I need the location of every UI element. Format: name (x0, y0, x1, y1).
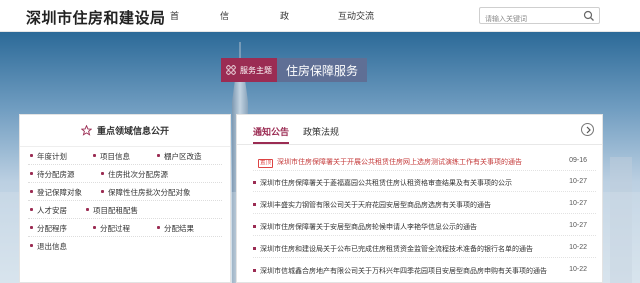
link-allocation-process[interactable]: 分配过程 (93, 223, 130, 234)
focus-row: 退出信息 (20, 237, 230, 255)
news-item[interactable]: 深圳丰盛实力钢管有限公司关于天府花园安居型商品房选房有关事项的通告 10-27 (253, 196, 596, 214)
pinned-badge: 置顶 (258, 159, 274, 168)
link-allocation-result[interactable]: 分配结果 (157, 223, 194, 234)
link-shantytown-renovation[interactable]: 棚户区改造 (157, 151, 202, 162)
focus-panel-header: 重点领域信息公开 (20, 115, 230, 147)
row-divider (253, 235, 596, 236)
news-item[interactable]: 深圳市住房和建设局关于公布已完成住房租赁资金监管全流程技术准备的银行名单的通告 … (253, 240, 596, 258)
nav-interaction[interactable]: 互动交流 (338, 0, 398, 32)
more-button[interactable] (581, 123, 594, 136)
star-icon (80, 125, 92, 136)
tab-policies[interactable]: 政策法规 (303, 125, 339, 138)
news-date: 10-27 (569, 178, 587, 185)
news-item[interactable]: 深圳市住房保障署关于安居型商品房轮候申请人李艳华信息公示的通告 10-27 (253, 218, 596, 236)
news-date: 10-22 (569, 266, 587, 273)
site-logo[interactable]: 深圳市住房和建设局 (26, 7, 166, 28)
focus-row: 分配程序 分配过程 分配结果 (20, 219, 230, 237)
service-theme-tag-label: 服务主题 (240, 65, 272, 75)
focus-row: 登记保障对象 保障性住房批次分配对象 (20, 183, 230, 201)
focus-disclosure-panel: 重点领域信息公开 年度计划 项目信息 棚户区改造 待分配房源 住房批次分配房源 … (19, 114, 231, 283)
grid-icon (226, 65, 236, 75)
focus-row: 人才安居 项目配租配售 (20, 201, 230, 219)
news-item-pinned[interactable]: 置顶 深圳市住房保障署关于开展公共租赁住房网上选房测试演练工作有关事项的通告 09… (253, 153, 596, 171)
chevron-right-icon (586, 126, 591, 134)
search-input[interactable] (480, 12, 575, 27)
row-divider (253, 191, 596, 192)
link-registered-recipients[interactable]: 登记保障对象 (30, 187, 82, 198)
site-header: 深圳市住房和建设局 首页 信息公开 政务服务 互动交流 (0, 0, 640, 117)
news-item[interactable]: 深圳市信城鑫合房地产有限公司关于万科兴年四季花园项目安居型商品房申购有关事项的通… (253, 262, 596, 280)
row-divider (253, 257, 596, 258)
search-icon[interactable] (583, 10, 595, 22)
link-batch-housing-sources[interactable]: 住房批次分配房源 (101, 169, 168, 180)
link-exit-info[interactable]: 退出信息 (30, 241, 67, 252)
news-title[interactable]: 置顶 深圳市住房保障署关于开展公共租赁住房网上选房测试演练工作有关事项的通告 (258, 157, 564, 168)
news-item[interactable]: 深圳市住房保障署关于菱福嘉园公共租赁住房认租资格审查结果及有关事项的公示 10-… (253, 174, 596, 192)
service-theme-title: 住房保障服务 (277, 58, 368, 82)
focus-panel-title: 重点领域信息公开 (96, 126, 169, 136)
link-talent-housing[interactable]: 人才安居 (30, 205, 67, 216)
link-allocation-procedure[interactable]: 分配程序 (30, 223, 67, 234)
service-theme-banner: 服务主题 住房保障服务 (221, 58, 368, 82)
news-title[interactable]: 深圳市住房保障署关于菱福嘉园公共租赁住房认租资格审查结果及有关事项的公示 (260, 178, 560, 188)
news-title[interactable]: 深圳丰盛实力钢管有限公司关于天府花园安居型商品房选房有关事项的通告 (260, 200, 560, 210)
row-divider (253, 170, 596, 171)
focus-row: 年度计划 项目信息 棚户区改造 (20, 147, 230, 165)
service-theme-tag[interactable]: 服务主题 (221, 58, 277, 82)
news-title[interactable]: 深圳市住房和建设局关于公布已完成住房租赁资金监管全流程技术准备的银行名单的通告 (260, 244, 560, 254)
notice-panel: 通知公告 政策法规 置顶 深圳市住房保障署关于开展公共租赁住房网上选房测试演练工作… (236, 114, 603, 283)
link-project-info[interactable]: 项目信息 (93, 151, 130, 162)
notice-tabs: 通知公告 政策法规 (237, 115, 602, 145)
search-box (479, 7, 600, 27)
link-project-rent-sale[interactable]: 项目配租配售 (86, 205, 138, 216)
news-date: 10-27 (569, 222, 587, 229)
news-date: 10-22 (569, 244, 587, 251)
tab-notices[interactable]: 通知公告 (253, 125, 290, 144)
link-batch-allocation-recipients[interactable]: 保障性住房批次分配对象 (101, 187, 191, 198)
link-annual-plan[interactable]: 年度计划 (30, 151, 67, 162)
focus-row: 待分配房源 住房批次分配房源 (20, 165, 230, 183)
news-title[interactable]: 深圳市住房保障署关于安居型商品房轮候申请人李艳华信息公示的通告 (260, 222, 560, 232)
news-title[interactable]: 深圳市信城鑫合房地产有限公司关于万科兴年四季花园项目安居型商品房申购有关事项的通… (260, 266, 560, 276)
link-housing-to-allocate[interactable]: 待分配房源 (30, 169, 75, 180)
news-date: 10-27 (569, 200, 587, 207)
news-date: 09-16 (569, 157, 587, 164)
row-divider (253, 213, 596, 214)
